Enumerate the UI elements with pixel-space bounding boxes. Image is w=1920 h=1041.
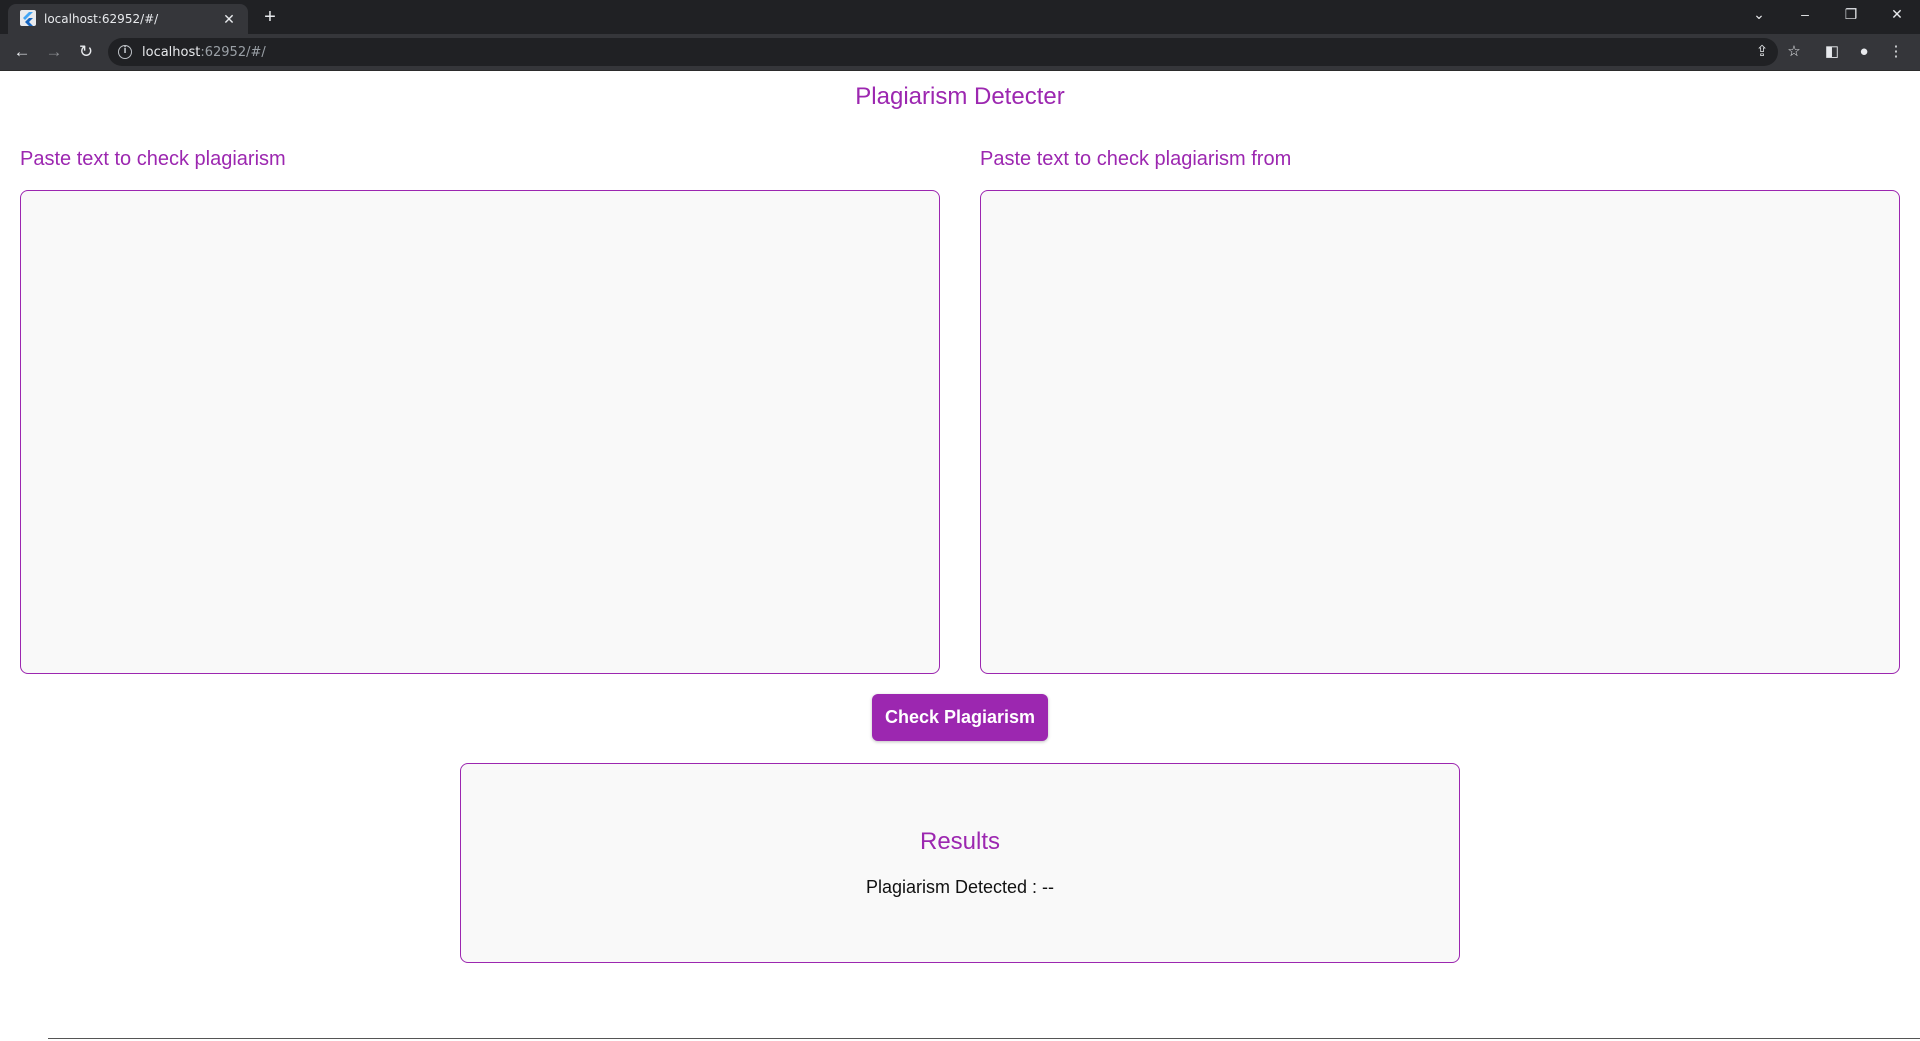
left-text-label: Paste text to check plagiarism <box>20 148 286 170</box>
source-text-input[interactable] <box>980 190 1900 674</box>
minimize-icon[interactable]: – <box>1782 0 1828 30</box>
browser-tab[interactable]: localhost:62952/#/ ✕ <box>8 4 248 34</box>
site-info-icon[interactable]: i <box>118 45 132 59</box>
results-title: Results <box>919 828 1001 855</box>
check-plagiarism-button[interactable]: Check Plagiarism <box>872 694 1048 741</box>
back-arrow-icon[interactable]: ← <box>8 38 36 66</box>
share-icon[interactable]: ⇪ <box>1748 38 1776 66</box>
browser-toolbar: ← → ↻ i localhost:62952/#/ ⇪ ☆ ◧ ● ⋮ <box>0 34 1920 70</box>
profile-icon[interactable]: ● <box>1850 38 1878 66</box>
page: Plagiarism Detecter Paste text to check … <box>0 71 1920 1041</box>
right-text-label: Paste text to check plagiarism from <box>980 148 1292 170</box>
tab-search-chevron-icon[interactable]: ⌄ <box>1736 0 1782 30</box>
bottom-divider <box>48 1038 1920 1039</box>
new-tab-plus-icon[interactable]: + <box>258 6 282 30</box>
app-title: Plagiarism Detecter <box>855 83 1065 110</box>
forward-arrow-icon[interactable]: → <box>40 38 68 66</box>
close-window-icon[interactable]: ✕ <box>1874 0 1920 30</box>
address-url: localhost:62952/#/ <box>142 45 266 60</box>
address-bar[interactable]: i localhost:62952/#/ <box>108 38 1778 66</box>
tab-title: localhost:62952/#/ <box>44 12 159 26</box>
results-panel: Results Plagiarism Detected : -- <box>460 763 1460 963</box>
menu-kebab-icon[interactable]: ⋮ <box>1882 38 1910 66</box>
url-path: :62952/#/ <box>200 45 266 60</box>
restore-icon[interactable]: ❐ <box>1828 0 1874 30</box>
browser-tab-bar: localhost:62952/#/ ✕ + ⌄ – ❐ ✕ <box>0 0 1920 34</box>
url-host: localhost <box>142 45 201 60</box>
check-text-input[interactable] <box>20 190 940 674</box>
flutter-icon <box>20 10 36 26</box>
tab-close-icon[interactable]: ✕ <box>220 10 238 28</box>
plagiarism-result-text: Plagiarism Detected : -- <box>865 877 1055 897</box>
bookmark-star-icon[interactable]: ☆ <box>1780 38 1808 66</box>
reload-icon[interactable]: ↻ <box>72 38 100 66</box>
side-panel-icon[interactable]: ◧ <box>1818 38 1846 66</box>
